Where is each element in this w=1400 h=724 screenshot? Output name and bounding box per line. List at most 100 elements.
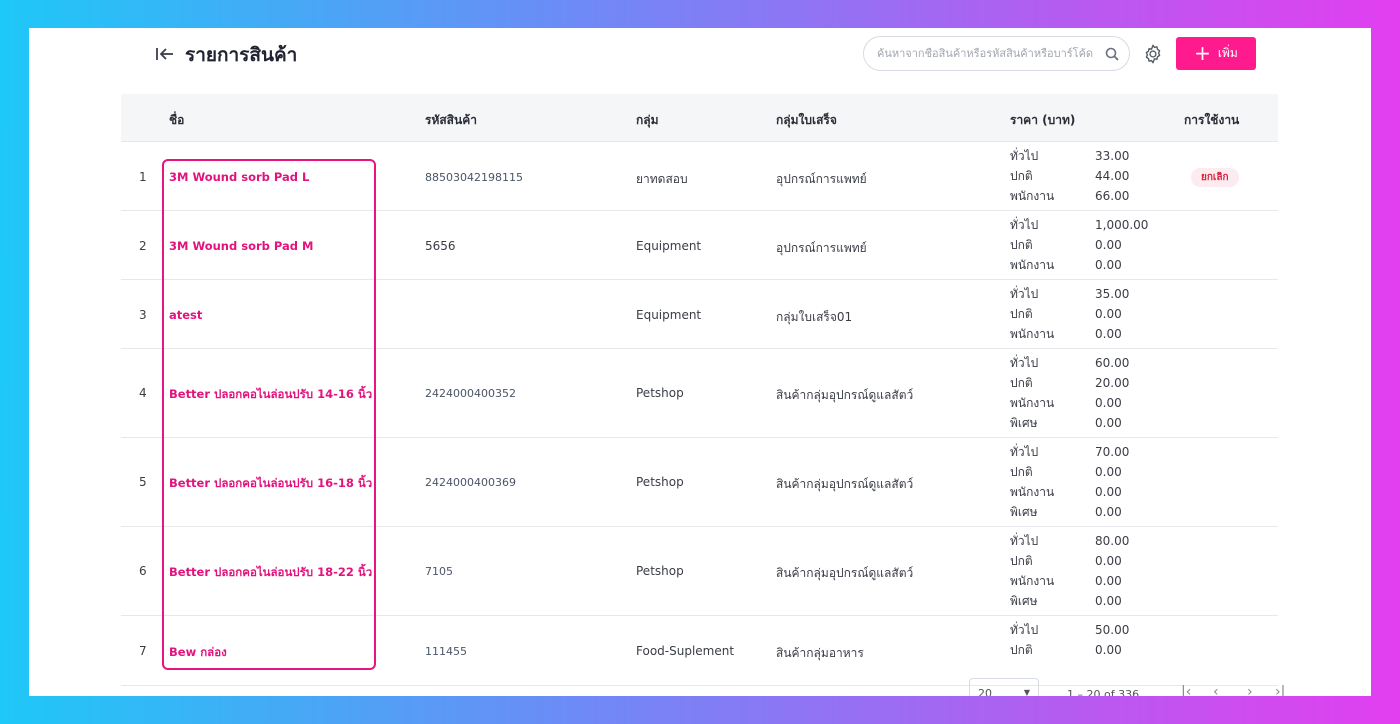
product-group: Petshop	[636, 475, 684, 489]
receipt-group: สินค้ากลุ่มอุปกรณ์ดูแลสัตว์	[776, 566, 914, 580]
table-row[interactable]: 4 Better ปลอกคอไนล่อนปรับ 14-16 นิ้ว 242…	[121, 349, 1278, 438]
column-header-name[interactable]: ชื่อ	[169, 111, 184, 130]
product-code: 5656	[425, 239, 456, 253]
search-box[interactable]	[863, 36, 1130, 71]
table-row[interactable]: 5 Better ปลอกคอไนล่อนปรับ 16-18 นิ้ว 242…	[121, 438, 1278, 527]
gear-icon	[1145, 44, 1161, 64]
product-code: 111455	[425, 645, 467, 658]
price-value: 0.00	[1095, 416, 1122, 430]
settings-button[interactable]	[1140, 41, 1166, 67]
price-label: ทั่วไป	[1010, 445, 1039, 459]
product-group: Petshop	[636, 564, 684, 578]
price-label: พนักงาน	[1010, 396, 1055, 410]
price-value: 66.00	[1095, 189, 1130, 203]
price-label: ทั่วไป	[1010, 149, 1039, 163]
arrow-left-bar-icon	[156, 48, 173, 60]
price-value: 0.00	[1095, 643, 1122, 657]
price-value: 33.00	[1095, 149, 1130, 163]
price-value: 0.00	[1095, 238, 1122, 252]
product-table: ชื่อ รหัสสินค้า กลุ่ม กลุ่มใบเสร็จ ราคา …	[121, 94, 1278, 686]
table-header: ชื่อ รหัสสินค้า กลุ่ม กลุ่มใบเสร็จ ราคา …	[121, 94, 1278, 142]
row-number: 2	[139, 239, 147, 253]
price-value: 50.00	[1095, 623, 1130, 637]
price-value: 80.00	[1095, 534, 1130, 548]
price-label: ปกติ	[1010, 643, 1033, 657]
table-row[interactable]: 6 Better ปลอกคอไนล่อนปรับ 18-22 นิ้ว 710…	[121, 527, 1278, 616]
product-list-panel: รายการสินค้า + เพิ่ม ชื่อ รหัสสินค้า กลุ…	[29, 28, 1371, 696]
price-label: พนักงาน	[1010, 574, 1055, 588]
row-number: 1	[139, 170, 147, 184]
price-value: 0.00	[1095, 465, 1122, 479]
column-header-price[interactable]: ราคา (บาท)	[1010, 111, 1075, 130]
price-value: 0.00	[1095, 307, 1122, 321]
pagination: 20 ▼ 1 – 20 of 336 |‹ ‹ › ›|	[969, 678, 1299, 696]
price-value: 0.00	[1095, 485, 1122, 499]
product-name-link[interactable]: Better ปลอกคอไนล่อนปรับ 16-18 นิ้ว	[169, 475, 372, 493]
page-title: รายการสินค้า	[185, 44, 298, 66]
row-number: 7	[139, 644, 147, 658]
add-button[interactable]: + เพิ่ม	[1176, 37, 1256, 70]
price-label: ปกติ	[1010, 307, 1033, 321]
column-header-code[interactable]: รหัสสินค้า	[425, 111, 477, 130]
last-page-icon[interactable]: ›|	[1275, 684, 1285, 696]
column-header-status[interactable]: การใช้งาน	[1184, 111, 1239, 130]
product-name-link[interactable]: Better ปลอกคอไนล่อนปรับ 14-16 นิ้ว	[169, 386, 372, 404]
row-number: 4	[139, 386, 147, 400]
price-label: พิเศษ	[1010, 416, 1038, 430]
price-value: 20.00	[1095, 376, 1130, 390]
receipt-group: อุปกรณ์การแพทย์	[776, 241, 867, 255]
plus-icon: +	[1194, 40, 1211, 65]
receipt-group: สินค้ากลุ่มอุปกรณ์ดูแลสัตว์	[776, 477, 914, 491]
row-number: 6	[139, 564, 147, 578]
price-list: ทั่วไป 70.00 ปกติ 0.00 พนักงาน 0.00 พิเศษ 0.…	[1010, 442, 1129, 522]
product-group: Equipment	[636, 308, 702, 322]
product-name-link[interactable]: Better ปลอกคอไนล่อนปรับ 18-22 นิ้ว	[169, 564, 372, 582]
table-row[interactable]: 3 atest Equipment กลุ่มใบเสร็จ01 ทั่วไป 3…	[121, 280, 1278, 349]
price-value: 0.00	[1095, 327, 1122, 341]
receipt-group: อุปกรณ์การแพทย์	[776, 172, 867, 186]
price-value: 0.00	[1095, 594, 1122, 608]
product-name-link[interactable]: atest	[169, 308, 202, 322]
product-group: Food-Suplement	[636, 644, 735, 658]
price-label: ทั่วไป	[1010, 218, 1039, 232]
search-icon[interactable]	[1105, 47, 1119, 61]
price-value: 0.00	[1095, 396, 1122, 410]
column-header-group[interactable]: กลุ่ม	[636, 111, 659, 130]
price-label: พนักงาน	[1010, 327, 1055, 341]
product-code: 2424000400369	[425, 476, 516, 489]
product-name-link[interactable]: 3M Wound sorb Pad M	[169, 239, 313, 253]
product-name-link[interactable]: 3M Wound sorb Pad L	[169, 170, 309, 184]
next-page-icon[interactable]: ›	[1247, 684, 1253, 696]
page-size-value: 20	[978, 687, 992, 696]
add-button-label: เพิ่ม	[1217, 46, 1238, 60]
product-group: ยาทดสอบ	[636, 172, 688, 186]
product-name-link[interactable]: Bew กล่อง	[169, 644, 227, 662]
collapse-back-button[interactable]	[153, 42, 177, 66]
price-value: 0.00	[1095, 554, 1122, 568]
price-list: ทั่วไป 60.00 ปกติ 20.00 พนักงาน 0.00 พิเศษ 0…	[1010, 353, 1129, 433]
price-label: ทั่วไป	[1010, 623, 1039, 637]
product-code: 7105	[425, 565, 453, 578]
status-badge: ยกเลิก	[1191, 168, 1239, 187]
receipt-group: สินค้ากลุ่มอุปกรณ์ดูแลสัตว์	[776, 388, 914, 402]
price-list: ทั่วไป 1,000.00 ปกติ 0.00 พนักงาน 0.00	[1010, 215, 1148, 275]
table-row[interactable]: 7 Bew กล่อง 111455 Food-Suplement สินค้า…	[121, 616, 1278, 686]
price-label: ทั่วไป	[1010, 534, 1039, 548]
table-row[interactable]: 2 3M Wound sorb Pad M 5656 Equipment อุป…	[121, 211, 1278, 280]
price-label: ทั่วไป	[1010, 287, 1039, 301]
price-list: ทั่วไป 80.00 ปกติ 0.00 พนักงาน 0.00 พิเศษ 0.…	[1010, 531, 1129, 611]
search-input[interactable]	[877, 47, 1105, 60]
price-list: ทั่วไป 35.00 ปกติ 0.00 พนักงาน 0.00	[1010, 284, 1129, 344]
price-list: ทั่วไป 33.00 ปกติ 44.00 พนักงาน 66.00	[1010, 146, 1129, 206]
product-code: 88503042198115	[425, 171, 523, 184]
price-value: 0.00	[1095, 505, 1122, 519]
row-number: 5	[139, 475, 147, 489]
price-value: 70.00	[1095, 445, 1130, 459]
table-row[interactable]: 1 3M Wound sorb Pad L 88503042198115 ยาท…	[121, 142, 1278, 211]
prev-page-icon[interactable]: ‹	[1213, 684, 1219, 696]
page-size-select[interactable]: 20 ▼	[969, 678, 1039, 696]
product-code: 2424000400352	[425, 387, 516, 400]
first-page-icon[interactable]: |‹	[1181, 684, 1191, 696]
column-header-license[interactable]: กลุ่มใบเสร็จ	[776, 111, 837, 130]
row-number: 3	[139, 308, 147, 322]
